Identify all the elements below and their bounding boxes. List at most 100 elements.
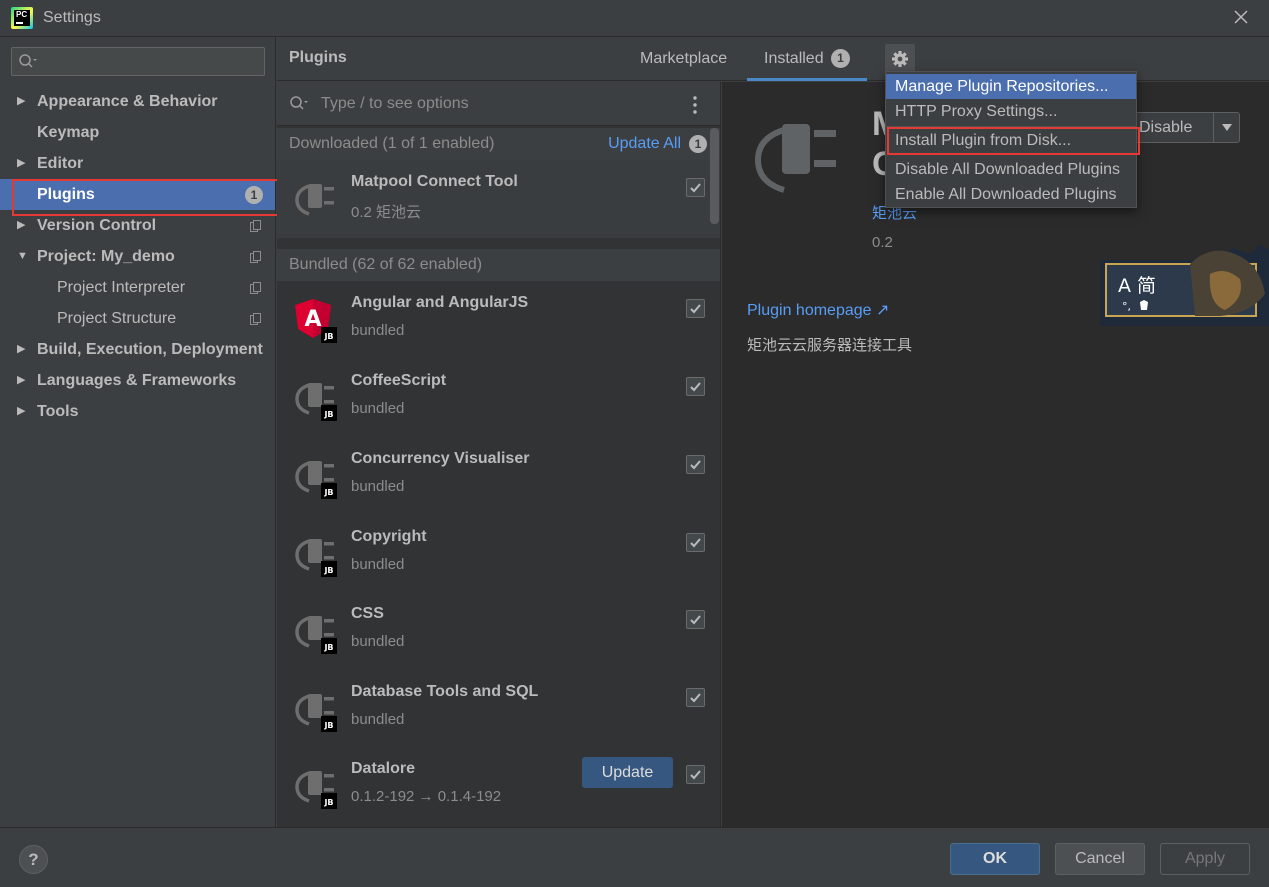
plugin-version-range: 0.1.2-192 → 0.1.4-192 bbox=[351, 788, 502, 805]
plugin-search-bar bbox=[277, 82, 720, 126]
plugin-plug-icon bbox=[295, 184, 334, 216]
plugin-version: 0.2 bbox=[872, 234, 893, 251]
update-plugin-button[interactable]: Update bbox=[582, 757, 673, 788]
disable-dropdown-arrow[interactable] bbox=[1213, 113, 1239, 142]
jetbrains-badge: JB bbox=[323, 643, 333, 652]
disable-plugin-button[interactable]: Disable bbox=[1139, 113, 1192, 142]
sidebar-item-label: Languages & Frameworks bbox=[37, 372, 237, 389]
sidebar-item-project-interpreter[interactable]: Project Interpreter bbox=[0, 272, 275, 303]
close-icon[interactable] bbox=[1231, 8, 1251, 28]
sidebar-item-project-structure[interactable]: Project Structure bbox=[0, 303, 275, 334]
ok-button[interactable]: OK bbox=[950, 843, 1040, 875]
sidebar-item-build[interactable]: ▶ Build, Execution, Deployment bbox=[0, 334, 275, 365]
plugin-name: Angular and AngularJS bbox=[351, 294, 529, 311]
sidebar-item-project[interactable]: ▼ Project: My_demo bbox=[0, 241, 275, 272]
update-all-link[interactable]: Update All bbox=[608, 128, 681, 160]
plugin-row-copyright[interactable]: JB Copyright bundled bbox=[277, 515, 720, 593]
plugin-bundled-label: bundled bbox=[351, 633, 405, 650]
chevron-right-icon: ▶ bbox=[17, 95, 26, 107]
sidebar-search-input[interactable] bbox=[11, 47, 265, 76]
section-label: Downloaded (1 of 1 enabled) bbox=[289, 135, 495, 152]
gear-icon bbox=[892, 51, 908, 67]
ime-punctuation-label: °, bbox=[1122, 300, 1131, 313]
plugin-name: CoffeeScript bbox=[351, 372, 447, 389]
tab-label: Marketplace bbox=[640, 50, 728, 67]
sidebar-item-tools[interactable]: ▶ Tools bbox=[0, 396, 275, 427]
sidebar-item-label: Build, Execution, Deployment bbox=[37, 341, 263, 358]
sidebar-item-languages[interactable]: ▶ Languages & Frameworks bbox=[0, 365, 275, 396]
plugin-enable-checkbox[interactable] bbox=[686, 610, 705, 629]
plugin-row-concurrency[interactable]: JB Concurrency Visualiser bundled bbox=[277, 437, 720, 515]
sidebar-item-appearance[interactable]: ▶ Appearance & Behavior bbox=[0, 86, 275, 117]
ime-mode-label: A 简 bbox=[1118, 275, 1156, 297]
plugin-homepage-link[interactable]: Plugin homepage ↗ bbox=[747, 300, 889, 320]
plugin-row-datalore[interactable]: JB Datalore 0.1.2-192 → 0.1.4-192 Update bbox=[277, 747, 720, 825]
help-button[interactable]: ? bbox=[19, 845, 48, 874]
installed-badge: 1 bbox=[831, 49, 850, 68]
plugin-plug-icon: JB bbox=[295, 383, 337, 421]
plugin-name: CSS bbox=[351, 605, 384, 622]
plugin-enable-checkbox[interactable] bbox=[686, 688, 705, 707]
menu-item-http-proxy[interactable]: HTTP Proxy Settings... bbox=[886, 99, 1136, 124]
ime-toolbar-widget[interactable]: A 简 °, bbox=[1100, 244, 1269, 326]
sidebar-item-editor[interactable]: ▶ Editor bbox=[0, 148, 275, 179]
plugin-enable-checkbox[interactable] bbox=[686, 765, 705, 784]
jetbrains-badge: JB bbox=[323, 410, 333, 419]
sidebar-item-version-control[interactable]: ▶ Version Control bbox=[0, 210, 275, 241]
apply-button[interactable]: Apply bbox=[1160, 843, 1250, 875]
plugin-enable-checkbox[interactable] bbox=[686, 533, 705, 552]
more-options-icon[interactable] bbox=[693, 96, 697, 114]
plugin-enable-checkbox[interactable] bbox=[686, 377, 705, 396]
tab-installed[interactable]: Installed 1 bbox=[747, 37, 867, 81]
search-icon bbox=[19, 54, 37, 68]
chevron-right-icon: ▶ bbox=[17, 374, 26, 386]
plugin-enable-checkbox[interactable] bbox=[686, 178, 705, 197]
disable-split-button: Disable bbox=[1126, 112, 1240, 143]
plugin-row-css[interactable]: JB CSS bundled bbox=[277, 592, 720, 670]
plugin-row-database-tools[interactable]: JB Database Tools and SQL bundled bbox=[277, 670, 720, 748]
shirt-icon bbox=[1140, 300, 1148, 310]
menu-item-install-from-disk[interactable]: Install Plugin from Disk... bbox=[886, 128, 1136, 153]
chevron-right-icon: ▶ bbox=[17, 219, 26, 231]
project-scope-icon bbox=[250, 313, 261, 325]
tab-marketplace[interactable]: Marketplace bbox=[640, 37, 727, 81]
sidebar-item-plugins[interactable]: Plugins 1 bbox=[0, 179, 275, 210]
cancel-button[interactable]: Cancel bbox=[1055, 843, 1145, 875]
project-scope-icon bbox=[250, 282, 261, 294]
plugin-search-input[interactable] bbox=[321, 94, 661, 114]
plugin-list-panel: Downloaded (1 of 1 enabled) Update All 1… bbox=[277, 82, 721, 827]
plugin-bundled-label: bundled bbox=[351, 400, 405, 417]
sidebar-item-label: Tools bbox=[37, 403, 79, 420]
plugin-name: Datalore bbox=[351, 760, 416, 777]
plugin-plug-large-icon bbox=[754, 124, 836, 193]
sidebar-item-keymap[interactable]: Keymap bbox=[0, 117, 275, 148]
plugin-row-coffeescript[interactable]: JB CoffeeScript bundled bbox=[277, 359, 720, 437]
plugin-enable-checkbox[interactable] bbox=[686, 455, 705, 474]
list-scrollbar[interactable] bbox=[710, 128, 719, 224]
window-title: Settings bbox=[43, 9, 101, 26]
plugin-enable-checkbox[interactable] bbox=[686, 299, 705, 318]
pycharm-logo-icon: PC bbox=[11, 7, 33, 29]
plugin-plug-icon: JB bbox=[295, 694, 337, 732]
plugin-settings-button[interactable] bbox=[885, 44, 915, 74]
sidebar-item-label: Keymap bbox=[37, 124, 100, 141]
settings-sidebar: ▶ Appearance & Behavior Keymap ▶ Editor … bbox=[0, 37, 276, 827]
plugin-version-vendor: 0.2 矩池云 bbox=[351, 204, 422, 221]
jetbrains-badge: JB bbox=[323, 566, 333, 575]
plugin-row-matpool[interactable]: Matpool Connect Tool 0.2 矩池云 bbox=[277, 160, 720, 238]
menu-separator bbox=[886, 126, 1136, 127]
plugin-bundled-label: bundled bbox=[351, 478, 405, 495]
jetbrains-badge: JB bbox=[323, 332, 333, 341]
plugin-plug-icon: JB bbox=[295, 616, 337, 654]
angular-icon: A JB bbox=[295, 299, 337, 343]
menu-item-manage-repositories[interactable]: Manage Plugin Repositories... bbox=[886, 74, 1136, 99]
sidebar-item-label: Editor bbox=[37, 155, 84, 172]
plugin-plug-icon: JB bbox=[295, 461, 337, 499]
plugin-row-angular[interactable]: A JB Angular and AngularJS bundled bbox=[277, 281, 720, 359]
page-title: Plugins bbox=[289, 49, 347, 66]
menu-item-disable-all-downloaded[interactable]: Disable All Downloaded Plugins bbox=[886, 157, 1136, 182]
plugin-bundled-label: bundled bbox=[351, 322, 405, 339]
sidebar-item-label: Project: My_demo bbox=[37, 248, 175, 265]
sidebar-item-label: Project Structure bbox=[57, 310, 177, 327]
menu-item-enable-all-downloaded[interactable]: Enable All Downloaded Plugins bbox=[886, 182, 1136, 207]
